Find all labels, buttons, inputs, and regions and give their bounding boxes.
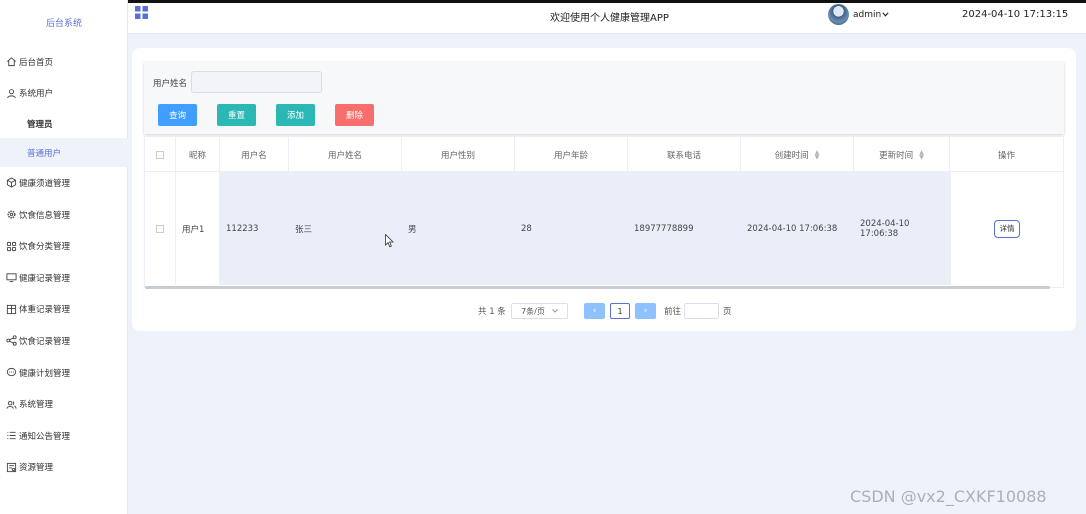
sidebar-subitem-admin[interactable]: 管理员	[0, 109, 128, 138]
sidebar-item-label: 系统用户	[19, 89, 54, 100]
sidebar-item-label: 通知公告管理	[19, 431, 71, 442]
sidebar-item-health-channel[interactable]: 健康须道管理	[0, 167, 128, 199]
cube-icon	[5, 177, 17, 189]
current-datetime: 2024-04-10 17:13:15	[962, 9, 1069, 20]
col-updated[interactable]: 更新时间 ▲ ▼	[854, 137, 950, 172]
row-select-cell[interactable]	[145, 172, 176, 285]
select-all-cell[interactable]	[145, 137, 176, 172]
goto-label: 前往	[664, 307, 682, 317]
next-page-button[interactable]: ›	[635, 303, 656, 319]
col-created[interactable]: 创建时间 ▲ ▼	[741, 137, 854, 172]
username[interactable]: admin	[853, 10, 881, 20]
gear-icon	[5, 209, 17, 221]
page-unit-label: 页	[723, 307, 732, 317]
sidebar-item-diet-info[interactable]: 饮食信息管理	[0, 199, 128, 231]
folder-icon	[5, 461, 17, 473]
col-updated-label: 更新时间	[879, 150, 914, 161]
col-realname: 用户姓名	[289, 137, 402, 172]
monitor-icon	[5, 272, 17, 284]
chevron-down-icon[interactable]	[882, 12, 889, 17]
col-nickname: 昵称	[176, 137, 220, 172]
chevron-down-icon	[552, 309, 558, 313]
cell-age: 28	[515, 172, 628, 285]
sidebar-item-label: 饮食信息管理	[19, 210, 71, 221]
col-age: 用户年龄	[515, 137, 628, 172]
user-icon	[5, 87, 17, 99]
sidebar-item-label: 饮食分类管理	[19, 242, 71, 253]
sidebar-item-label: 系统管理	[19, 400, 54, 411]
page-number-current[interactable]: 1	[610, 303, 630, 319]
top-border	[128, 0, 1086, 3]
sidebar-item-system-users[interactable]: 系统用户	[0, 78, 128, 110]
col-gender: 用户性别	[402, 137, 515, 172]
col-username: 用户名	[220, 137, 289, 172]
sidebar-item-health-record[interactable]: 健康记录管理	[0, 262, 128, 294]
col-created-label: 创建时间	[774, 150, 809, 161]
table-header: 昵称 用户名 用户姓名 用户性别 用户年龄 联系电话 创建时间 ▲ ▼ 更新时间 …	[145, 137, 1063, 172]
avatar[interactable]	[828, 4, 849, 25]
cell-gender: 男	[402, 172, 515, 285]
col-action: 操作	[997, 150, 1015, 161]
sidebar-item-system-manage[interactable]: 系统管理	[0, 388, 128, 420]
delete-button[interactable]: 删除	[335, 104, 374, 126]
users-icon	[5, 398, 17, 410]
sidebar-item-resource[interactable]: 资源管理	[0, 452, 128, 484]
cell-nickname: 用户1	[176, 172, 220, 285]
home-icon	[5, 56, 17, 68]
sidebar-item-label: 资源管理	[19, 463, 54, 474]
app-title: 欢迎使用个人健康管理APP	[550, 13, 669, 24]
grid-icon	[5, 240, 17, 252]
mouse-cursor-icon	[385, 234, 394, 248]
cell-created: 2024-04-10 17:06:38	[741, 172, 854, 285]
sidebar-item-notice[interactable]: 通知公告管理	[0, 420, 128, 452]
top-bar: 欢迎使用个人健康管理APP admin 2024-04-10 17:13:15	[128, 0, 1086, 34]
horizontal-scrollbar[interactable]	[145, 286, 1050, 289]
query-button[interactable]: 查询	[158, 104, 197, 126]
cell-username: 112233	[220, 172, 289, 285]
sidebar-item-label: 健康须道管理	[19, 178, 71, 189]
columns-icon	[5, 303, 17, 315]
chat-icon	[5, 367, 17, 379]
page-size-select[interactable]: 7条/页	[511, 303, 568, 319]
goto-page-input[interactable]	[684, 303, 719, 319]
list-icon	[5, 430, 17, 442]
menu-toggle-icon[interactable]	[135, 6, 148, 19]
table-row[interactable]: 用户1 112233 张三 男 28 18977778899 2024-04-1…	[145, 172, 1063, 285]
cell-action: 详情	[950, 172, 1063, 285]
cell-updated: 2024-04-10 17:06:38	[854, 172, 950, 285]
watermark: CSDN @vx2_CXKF10088	[850, 487, 1047, 506]
sidebar-item-label: 饮食记录管理	[19, 336, 71, 347]
sort-icon[interactable]: ▲ ▼	[919, 149, 924, 160]
add-button[interactable]: 添加	[276, 104, 315, 126]
search-label: 用户姓名	[153, 79, 188, 89]
data-table: 昵称 用户名 用户姓名 用户性别 用户年龄 联系电话 创建时间 ▲ ▼ 更新时间 …	[144, 136, 1064, 289]
pagination-total: 共 1 条	[478, 307, 506, 317]
sidebar: 后台系统 后台首页 系统用户 管理员 普通用户 健康须道管理 饮食信息管理 饮食…	[0, 0, 128, 514]
prev-page-button[interactable]: ‹	[584, 303, 605, 319]
sidebar-item-label: 健康记录管理	[19, 273, 71, 284]
col-phone: 联系电话	[628, 137, 741, 172]
cell-realname: 张三	[289, 172, 402, 285]
sidebar-item-diet-category[interactable]: 饮食分类管理	[0, 230, 128, 262]
share-icon	[5, 335, 17, 347]
sidebar-item-diet-record[interactable]: 饮食记录管理	[0, 325, 128, 357]
sidebar-item-weight-record[interactable]: 体重记录管理	[0, 294, 128, 326]
row-checkbox[interactable]	[156, 224, 164, 233]
user-menu[interactable]: admin	[828, 4, 889, 25]
detail-button[interactable]: 详情	[994, 219, 1020, 238]
page-size-value: 7条/页	[521, 306, 545, 316]
sidebar-item-home[interactable]: 后台首页	[0, 46, 128, 78]
search-name-input[interactable]	[191, 71, 322, 93]
sidebar-subitem-normal-user[interactable]: 普通用户	[0, 138, 128, 168]
sidebar-menu: 后台首页 系统用户 管理员 普通用户 健康须道管理 饮食信息管理 饮食分类管理 …	[0, 46, 128, 483]
reset-button[interactable]: 重置	[217, 104, 256, 126]
sidebar-item-health-plan[interactable]: 健康计划管理	[0, 357, 128, 389]
sidebar-item-label: 体重记录管理	[19, 305, 71, 316]
sort-icon[interactable]: ▲ ▼	[815, 149, 820, 160]
sidebar-brand: 后台系统	[45, 19, 82, 29]
sidebar-item-label: 健康计划管理	[19, 368, 71, 379]
select-all-checkbox[interactable]	[156, 150, 164, 159]
sidebar-item-label: 后台首页	[19, 57, 54, 68]
cell-phone: 18977778899	[628, 172, 741, 285]
